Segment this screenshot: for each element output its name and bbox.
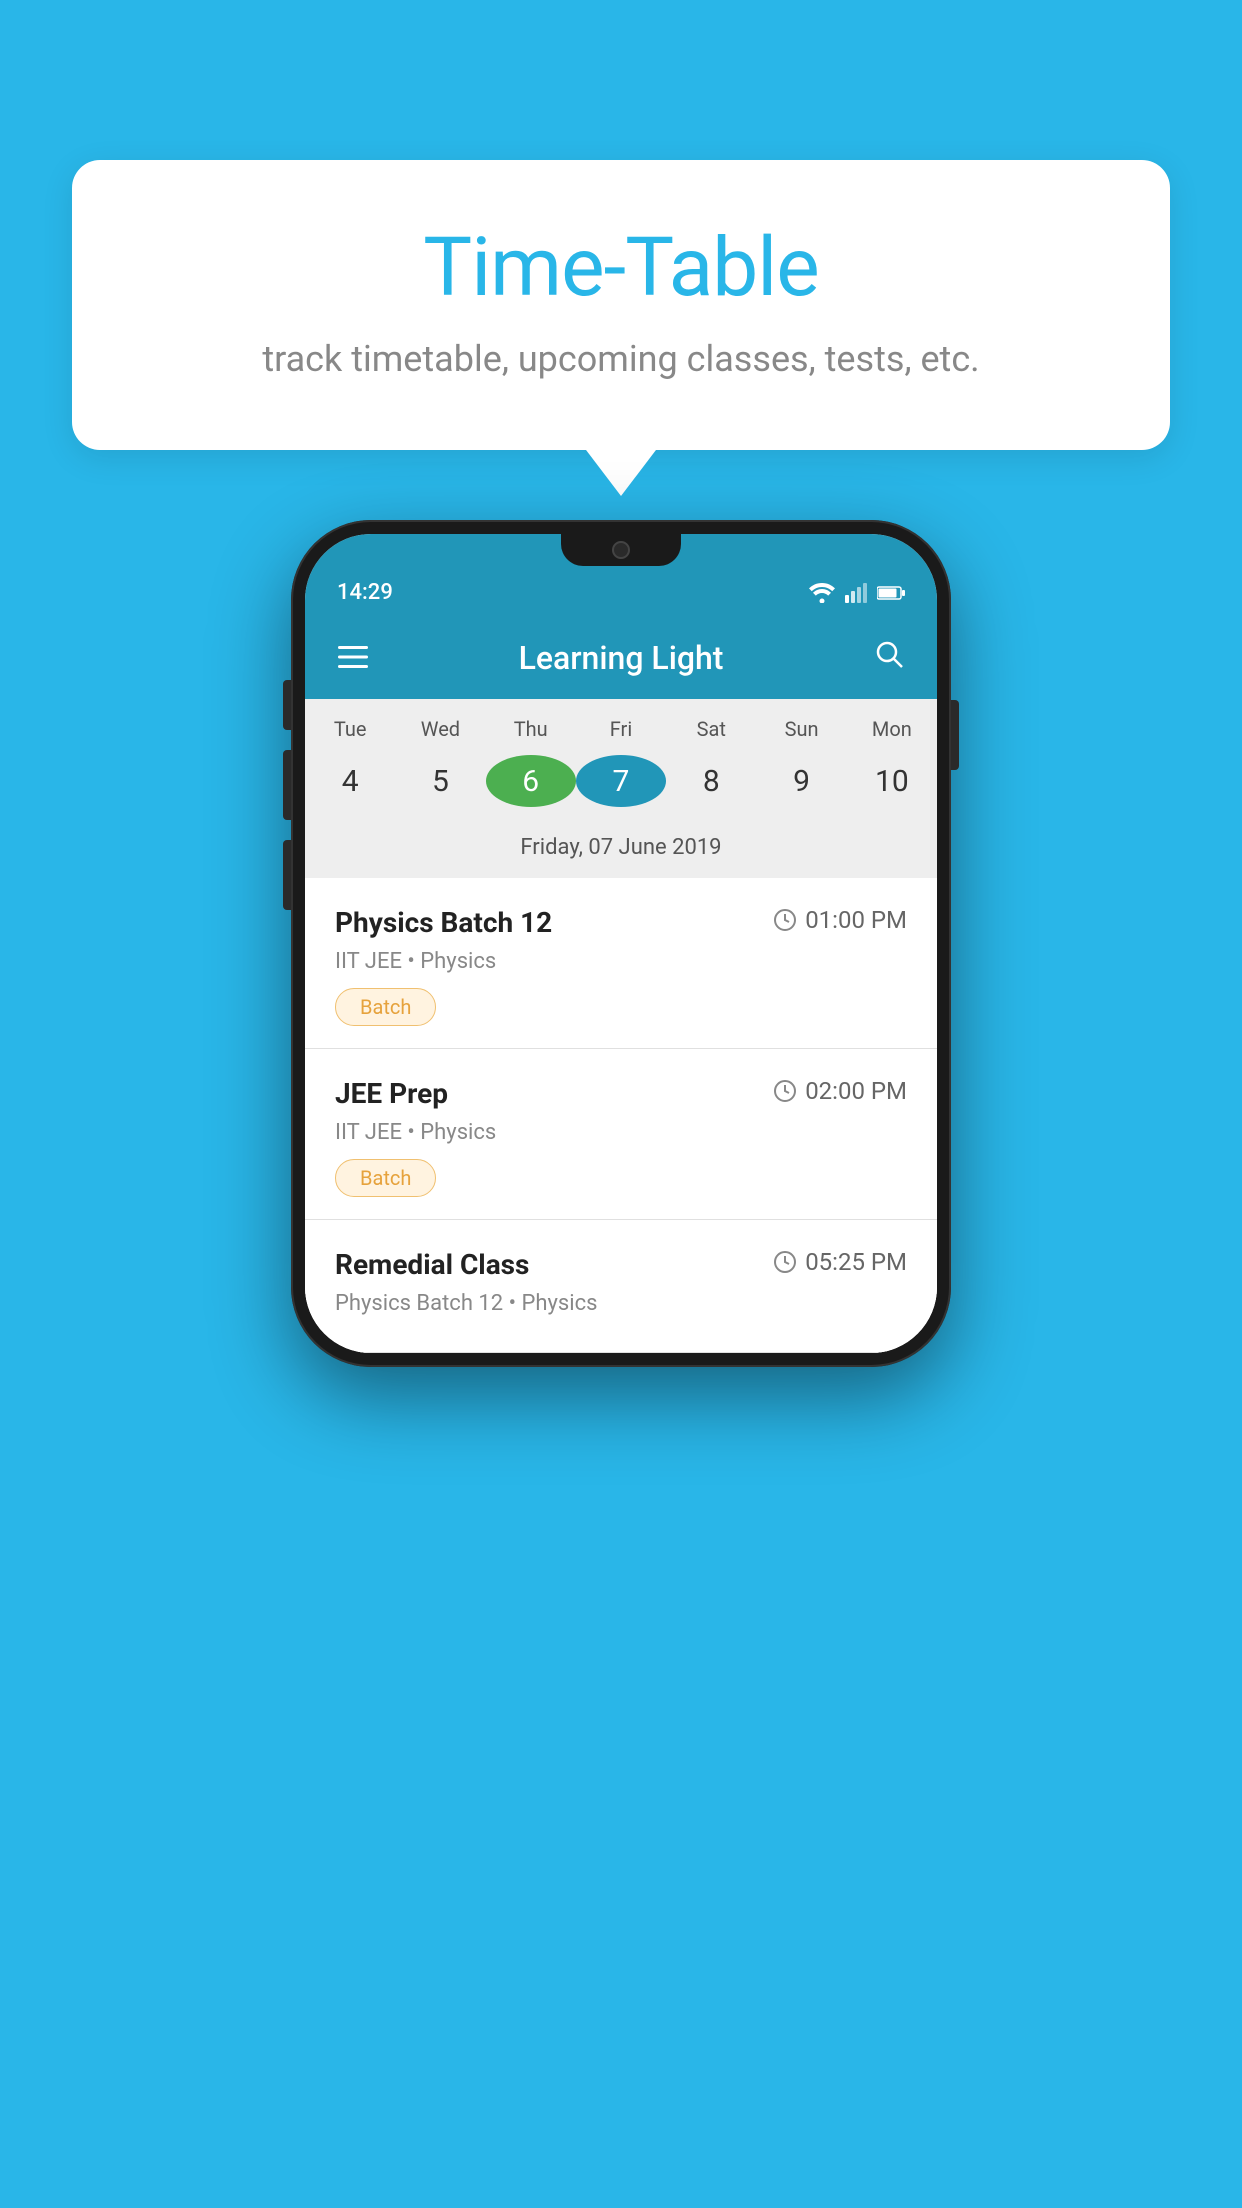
phone-mockup: 14:29: [76, 520, 1166, 1367]
class-item-header-2: JEE Prep 02:00 PM: [335, 1077, 907, 1110]
day-4[interactable]: 4: [305, 755, 395, 807]
day-header-wed: Wed: [395, 717, 485, 741]
class-meta-1: IIT JEE • Physics: [335, 949, 907, 974]
status-time: 14:29: [337, 580, 393, 605]
class-meta-2: IIT JEE • Physics: [335, 1120, 907, 1145]
day-headers: Tue Wed Thu Fri Sat Sun Mon: [305, 699, 937, 747]
class-meta-3: Physics Batch 12 • Physics: [335, 1291, 907, 1316]
speech-bubble-title: Time-Table: [132, 220, 1110, 316]
day-5[interactable]: 5: [395, 755, 485, 807]
day-6-today[interactable]: 6: [486, 755, 576, 807]
day-header-thu: Thu: [486, 717, 576, 741]
class-item-header-1: Physics Batch 12 01:00 PM: [335, 906, 907, 939]
phone-outer: 14:29: [291, 520, 951, 1367]
batch-tag-2: Batch: [335, 1159, 436, 1197]
search-icon[interactable]: [869, 639, 909, 677]
class-item-1[interactable]: Physics Batch 12 01:00 PM IIT JEE • Phys…: [305, 878, 937, 1049]
day-numbers: 4 5 6 7 8 9 10: [305, 747, 937, 825]
day-header-sat: Sat: [666, 717, 756, 741]
day-8[interactable]: 8: [666, 755, 756, 807]
day-10[interactable]: 10: [847, 755, 937, 807]
app-bar: Learning Light: [305, 617, 937, 699]
class-time-text-3: 05:25 PM: [805, 1248, 907, 1276]
status-icons: [809, 583, 905, 603]
day-9[interactable]: 9: [756, 755, 846, 807]
calendar-section: Tue Wed Thu Fri Sat Sun Mon 4 5 6 7 8 9 …: [305, 699, 937, 878]
vol-up-button: [283, 750, 291, 820]
power-button: [951, 700, 959, 770]
day-header-mon: Mon: [847, 717, 937, 741]
batch-tag-1: Batch: [335, 988, 436, 1026]
class-name-3: Remedial Class: [335, 1248, 529, 1281]
class-time-3: 05:25 PM: [773, 1248, 907, 1276]
day-header-sun: Sun: [756, 717, 846, 741]
speech-bubble: Time-Table track timetable, upcoming cla…: [72, 160, 1170, 450]
day-header-fri: Fri: [576, 717, 666, 741]
wifi-icon: [809, 583, 835, 603]
class-time-text-2: 02:00 PM: [805, 1077, 907, 1105]
app-bar-title: Learning Light: [373, 639, 869, 677]
class-time-1: 01:00 PM: [773, 906, 907, 934]
class-time-text-1: 01:00 PM: [805, 906, 907, 934]
speech-bubble-subtitle: track timetable, upcoming classes, tests…: [132, 338, 1110, 380]
day-header-tue: Tue: [305, 717, 395, 741]
class-name-2: JEE Prep: [335, 1077, 448, 1110]
phone-screen: 14:29: [305, 534, 937, 1353]
class-item-3[interactable]: Remedial Class 05:25 PM Physics Batch 12…: [305, 1220, 937, 1353]
clock-icon-3: [773, 1250, 797, 1274]
class-name-1: Physics Batch 12: [335, 906, 552, 939]
class-list: Physics Batch 12 01:00 PM IIT JEE • Phys…: [305, 878, 937, 1353]
battery-icon: [877, 585, 905, 601]
signal-icon: [845, 583, 867, 603]
selected-date-label: Friday, 07 June 2019: [305, 825, 937, 878]
day-7-selected[interactable]: 7: [576, 755, 666, 807]
menu-icon[interactable]: [333, 641, 373, 676]
camera-icon: [612, 541, 630, 559]
phone-notch: [561, 534, 681, 566]
class-time-2: 02:00 PM: [773, 1077, 907, 1105]
silent-button: [283, 680, 291, 730]
vol-down-button: [283, 840, 291, 910]
class-item-header-3: Remedial Class 05:25 PM: [335, 1248, 907, 1281]
clock-icon-1: [773, 908, 797, 932]
class-item-2[interactable]: JEE Prep 02:00 PM IIT JEE • Physics Batc…: [305, 1049, 937, 1220]
clock-icon-2: [773, 1079, 797, 1103]
